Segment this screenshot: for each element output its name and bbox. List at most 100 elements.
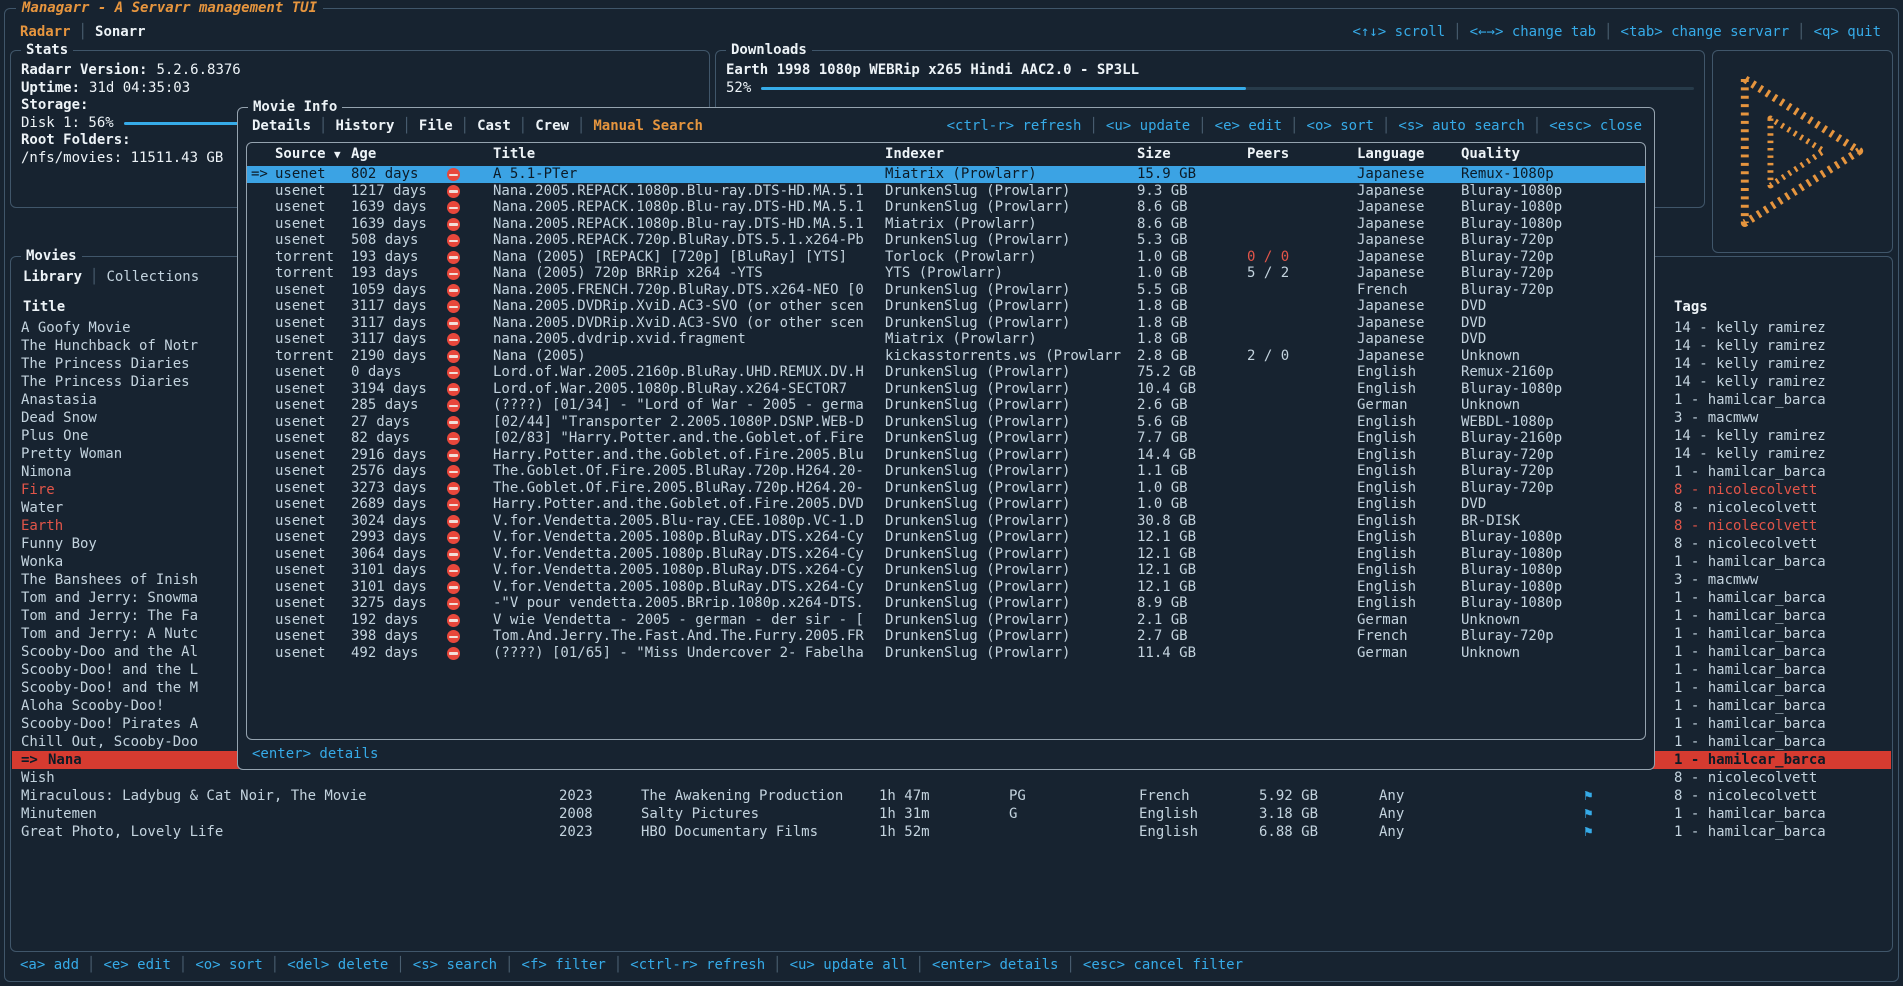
indexer-cell: DrunkenSlug (Prowlarr) xyxy=(885,612,1137,629)
source-column-header[interactable]: Source ▼ xyxy=(275,143,351,166)
search-result-row[interactable]: torrent193 daysNana (2005) 720p BRRip x2… xyxy=(247,265,1645,282)
tab-radarr[interactable]: Radarr xyxy=(20,24,71,40)
search-result-row[interactable]: usenet3275 days-"V pour vendetta.2005.BR… xyxy=(247,595,1645,612)
enter-details-hint: <enter> details xyxy=(252,746,378,762)
size-cell: 5.6 GB xyxy=(1137,414,1247,431)
age-column-header[interactable]: Age xyxy=(351,143,435,166)
movie-row[interactable]: Wish8 - nicolecolvett xyxy=(12,769,1891,787)
search-result-row[interactable]: =>usenet802 daysA 5.1-PTerMiatrix (Prowl… xyxy=(247,166,1645,183)
search-result-row[interactable]: usenet3024 daysV.for.Vendetta.2005.Blu-r… xyxy=(247,513,1645,530)
language-cell: French xyxy=(1357,282,1461,299)
movie-row[interactable]: Great Photo, Lovely Life2023HBO Document… xyxy=(12,823,1891,841)
indexer-cell: DrunkenSlug (Prowlarr) xyxy=(885,546,1137,563)
language-column-header[interactable]: Language xyxy=(1357,143,1461,166)
rejection-cell xyxy=(435,628,493,645)
search-result-row[interactable]: usenet2689 daysHarry.Potter.and.the.Gobl… xyxy=(247,496,1645,513)
age-cell: 3275 days xyxy=(351,595,435,612)
release-title-cell: Harry.Potter.and.the.Goblet.of.Fire.2005… xyxy=(493,496,885,513)
no-entry-icon xyxy=(447,465,460,478)
movie-info-tab-manual-search[interactable]: Manual Search xyxy=(593,118,703,134)
search-result-row[interactable]: usenet1059 daysNana.2005.FRENCH.720p.Blu… xyxy=(247,282,1645,299)
search-result-row[interactable]: usenet82 days[02/83] "Harry.Potter.and.t… xyxy=(247,430,1645,447)
tab-sonarr[interactable]: Sonarr xyxy=(95,24,146,40)
release-title-cell: V wie Vendetta - 2005 - german - der sir… xyxy=(493,612,885,629)
search-result-row[interactable]: usenet508 daysNana.2005.REPACK.720p.BluR… xyxy=(247,232,1645,249)
search-result-row[interactable]: torrent2190 daysNana (2005)kickasstorren… xyxy=(247,348,1645,365)
search-result-row[interactable]: usenet3117 daysNana.2005.DVDRip.XviD.AC3… xyxy=(247,298,1645,315)
peers-cell xyxy=(1247,298,1357,315)
search-result-row[interactable]: usenet285 days(????) [01/34] - "Lord of … xyxy=(247,397,1645,414)
movie-row[interactable]: Miraculous: Ladybug & Cat Noir, The Movi… xyxy=(12,787,1891,805)
age-cell: 508 days xyxy=(351,232,435,249)
search-result-row[interactable]: usenet1639 daysNana.2005.REPACK.1080p.Bl… xyxy=(247,216,1645,233)
source-cell: usenet xyxy=(275,315,351,332)
search-result-row[interactable]: usenet1639 daysNana.2005.REPACK.1080p.Bl… xyxy=(247,199,1645,216)
search-result-row[interactable]: usenet3064 daysV.for.Vendetta.2005.1080p… xyxy=(247,546,1645,563)
movie-language-cell: French xyxy=(1139,787,1190,805)
size-cell: 11.4 GB xyxy=(1137,645,1247,662)
movie-info-tab-crew[interactable]: Crew xyxy=(535,118,569,134)
search-result-row[interactable]: usenet2916 daysHarry.Potter.and.the.Gobl… xyxy=(247,447,1645,464)
movie-info-tab-file[interactable]: File xyxy=(419,118,453,134)
movie-title-cell: Scooby-Doo! and the M xyxy=(21,679,198,697)
search-result-row[interactable]: usenet3273 daysThe.Goblet.Of.Fire.2005.B… xyxy=(247,480,1645,497)
quality-column-header[interactable]: Quality xyxy=(1461,143,1641,166)
selection-arrow xyxy=(251,183,275,200)
source-cell: usenet xyxy=(275,529,351,546)
rejection-cell xyxy=(435,331,493,348)
title-column-header[interactable]: Title xyxy=(493,143,885,166)
movie-tag-cell: 8 - nicolecolvett xyxy=(1674,769,1817,787)
search-result-row[interactable]: usenet2993 daysV.for.Vendetta.2005.1080p… xyxy=(247,529,1645,546)
indexer-column-header[interactable]: Indexer xyxy=(885,143,1137,166)
source-cell: usenet xyxy=(275,381,351,398)
separator: │ xyxy=(1282,118,1306,134)
search-result-row[interactable]: usenet192 daysV wie Vendetta - 2005 - ge… xyxy=(247,612,1645,629)
age-cell: 3117 days xyxy=(351,298,435,315)
movie-info-tab-history[interactable]: History xyxy=(335,118,394,134)
no-entry-icon xyxy=(447,597,460,610)
search-result-row[interactable]: usenet3101 daysV.for.Vendetta.2005.1080p… xyxy=(247,579,1645,596)
peers-cell xyxy=(1247,381,1357,398)
rejection-cell xyxy=(435,463,493,480)
search-result-row[interactable]: usenet3117 daysNana.2005.DVDRip.XviD.AC3… xyxy=(247,315,1645,332)
search-result-row[interactable]: usenet27 days[02/44] "Transporter 2.2005… xyxy=(247,414,1645,431)
search-result-row[interactable]: torrent193 daysNana (2005) [REPACK] [720… xyxy=(247,249,1645,266)
source-cell: torrent xyxy=(275,348,351,365)
selection-arrow xyxy=(251,579,275,596)
search-result-row[interactable]: usenet3101 daysV.for.Vendetta.2005.1080p… xyxy=(247,562,1645,579)
quality-cell: Bluray-1080p xyxy=(1461,529,1641,546)
no-entry-icon xyxy=(447,432,460,445)
indexer-cell: DrunkenSlug (Prowlarr) xyxy=(885,282,1137,299)
search-result-row[interactable]: usenet1217 daysNana.2005.REPACK.1080p.Bl… xyxy=(247,183,1645,200)
size-column-header[interactable]: Size xyxy=(1137,143,1247,166)
monitored-flag-icon: ⚑ xyxy=(1584,787,1592,805)
language-cell: English xyxy=(1357,364,1461,381)
keybind-hint-f-filter: <f> filter xyxy=(522,957,606,973)
search-result-row[interactable]: usenet0 daysLord.of.War.2005.2160p.BluRa… xyxy=(247,364,1645,381)
release-title-cell: Nana (2005) 720p BRRip x264 -YTS xyxy=(493,265,885,282)
movie-info-tab-details[interactable]: Details xyxy=(252,118,311,134)
search-result-row[interactable]: usenet2576 daysThe.Goblet.Of.Fire.2005.B… xyxy=(247,463,1645,480)
search-result-row[interactable]: usenet492 days(????) [01/65] - "Miss Und… xyxy=(247,645,1645,662)
search-result-row[interactable]: usenet398 daysTom.And.Jerry.The.Fast.And… xyxy=(247,628,1645,645)
search-result-row[interactable]: usenet3194 daysLord.of.War.2005.1080p.Bl… xyxy=(247,381,1645,398)
movie-info-keybinds: <ctrl-r> refresh│<u> update│<e> edit│<o>… xyxy=(947,118,1642,134)
header-keybinds: <↑↓> scroll│<←→> change tab│<tab> change… xyxy=(1353,24,1881,40)
tab-collections[interactable]: Collections xyxy=(106,269,199,285)
search-result-row[interactable]: usenet3117 daysnana.2005.dvdrip.xvid.fra… xyxy=(247,331,1645,348)
tab-separator: │ xyxy=(453,118,477,134)
movie-row[interactable]: Minutemen2008Salty Pictures1h 31mGEnglis… xyxy=(12,805,1891,823)
movie-title-cell: The Hunchback of Notr xyxy=(21,337,198,355)
language-cell: English xyxy=(1357,496,1461,513)
no-entry-icon xyxy=(447,482,460,495)
quality-cell: Unknown xyxy=(1461,612,1641,629)
language-cell: Japanese xyxy=(1357,166,1461,183)
tab-library[interactable]: Library xyxy=(23,269,82,285)
size-cell: 75.2 GB xyxy=(1137,364,1247,381)
selection-arrow xyxy=(251,331,275,348)
source-cell: torrent xyxy=(275,249,351,266)
rejection-cell xyxy=(435,496,493,513)
peers-column-header[interactable]: Peers xyxy=(1247,143,1357,166)
movie-info-tab-cast[interactable]: Cast xyxy=(477,118,511,134)
movie-size-cell: 5.92 GB xyxy=(1259,787,1318,805)
